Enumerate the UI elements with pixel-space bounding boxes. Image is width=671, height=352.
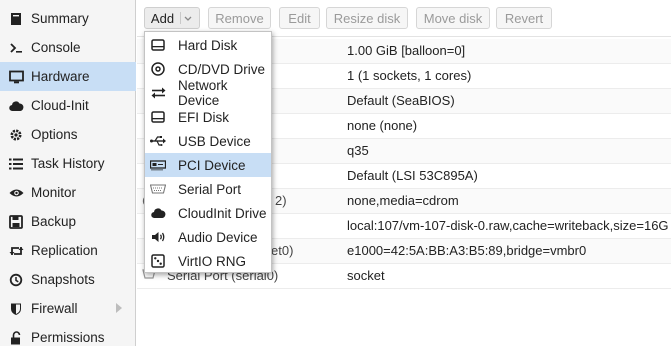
desktop-icon [8,69,24,85]
sidebar-item-permissions[interactable]: Permissions [0,323,136,352]
cdrom-icon [150,61,166,77]
hdd-icon [150,109,166,125]
row-name: et0) [271,243,294,258]
add-button-label: Add [150,10,175,26]
sidebar-item-label: Snapshots [31,272,95,287]
menu-item-usb-device[interactable]: USB Device [145,129,271,153]
add-menu: Hard Disk CD/DVD Drive Network Device EF… [144,31,272,273]
eye-icon [8,185,24,201]
history-icon [8,272,24,288]
terminal-icon [8,40,24,56]
menu-item-label: Audio Device [178,229,258,245]
menu-item-label: CloudInit Drive [178,205,267,221]
unlock-icon [8,330,24,346]
sidebar-item-hardware[interactable]: Hardware [0,62,136,91]
retweet-icon [8,243,24,259]
row-value: Default (SeaBIOS) [347,93,455,108]
sidebar-item-firewall[interactable]: Firewall [0,294,136,323]
row-value: 1 (1 sockets, 1 cores) [347,68,472,83]
menu-item-pci-device[interactable]: PCI Device [145,153,271,177]
menu-item-label: EFI Disk [178,109,230,125]
row-name: 2) [275,193,287,208]
row-value: e1000=42:5A:BB:A3:B5:89,bridge=vmbr0 [347,243,587,258]
move-disk-button[interactable]: Move disk [416,7,490,29]
sidebar-item-label: Task History [31,156,105,171]
expand-arrow-icon[interactable] [116,303,122,313]
sidebar-item-options[interactable]: Options [0,120,136,149]
menu-item-virtio-rng[interactable]: VirtIO RNG [145,249,271,273]
sidebar-item-label: Cloud-Init [31,98,89,113]
hdd-icon [150,37,166,53]
menu-item-label: Serial Port [178,181,242,197]
book-icon [8,11,24,27]
edit-button[interactable]: Edit [279,7,320,29]
menu-item-label: VirtIO RNG [178,253,247,269]
sidebar-item-replication[interactable]: Replication [0,236,136,265]
sidebar-item-console[interactable]: Console [0,33,136,62]
sidebar-item-label: Backup [31,214,77,229]
menu-item-cloudinit-drive[interactable]: CloudInit Drive [145,201,271,225]
sidebar-item-label: Monitor [31,185,77,200]
sidebar-item-summary[interactable]: Summary [0,4,136,33]
menu-item-audio-device[interactable]: Audio Device [145,225,271,249]
row-value: socket [347,268,385,283]
sidebar-item-label: Firewall [31,301,78,316]
row-value: local:107/vm-107-disk-0.raw,cache=writeb… [347,218,669,233]
exchange-icon [150,85,166,101]
menu-item-label: Network Device [178,78,228,108]
sidebar: Summary Console Hardware Cloud-Init Opti… [0,0,136,346]
serial-port-icon [150,181,166,197]
dice-icon [150,253,166,269]
sidebar-item-task-history[interactable]: Task History [0,149,136,178]
row-value: Default (LSI 53C895A) [347,168,478,183]
menu-item-network-device[interactable]: Network Device [145,78,271,108]
menu-item-label: PCI Device [178,157,246,173]
cloud-icon [8,98,24,114]
menu-item-efi-disk[interactable]: EFI Disk [145,105,271,129]
chevron-down-icon [180,12,193,24]
row-value: none,media=cdrom [347,193,459,208]
row-value: none (none) [347,118,418,133]
sidebar-item-snapshots[interactable]: Snapshots [0,265,136,294]
sidebar-item-backup[interactable]: Backup [0,207,136,236]
menu-item-label: Hard Disk [178,37,238,53]
resize-disk-button[interactable]: Resize disk [326,7,408,29]
gear-icon [8,127,24,143]
sidebar-item-label: Summary [31,11,89,26]
sidebar-item-label: Replication [31,243,98,258]
volume-icon [150,229,166,245]
cloud-icon [150,205,166,221]
sidebar-item-monitor[interactable]: Monitor [0,178,136,207]
menu-item-hard-disk[interactable]: Hard Disk [145,33,271,57]
menu-item-label: USB Device [178,133,251,149]
row-value: 1.00 GiB [balloon=0] [347,43,466,58]
list-icon [8,156,24,172]
sidebar-item-label: Options [31,127,78,142]
add-button[interactable]: Add [144,7,200,29]
menu-item-label: CD/DVD Drive [178,61,266,77]
menu-item-serial-port[interactable]: Serial Port [145,177,271,201]
revert-button[interactable]: Revert [496,7,552,29]
floppy-icon [8,214,24,230]
pci-card-icon [150,157,166,173]
usb-icon [150,133,166,149]
sidebar-item-label: Permissions [31,330,105,345]
sidebar-item-label: Console [31,40,81,55]
sidebar-item-label: Hardware [31,69,90,84]
row-value: q35 [347,143,369,158]
shield-icon [8,301,24,317]
remove-button[interactable]: Remove [208,7,271,29]
sidebar-item-cloud-init[interactable]: Cloud-Init [0,91,136,120]
